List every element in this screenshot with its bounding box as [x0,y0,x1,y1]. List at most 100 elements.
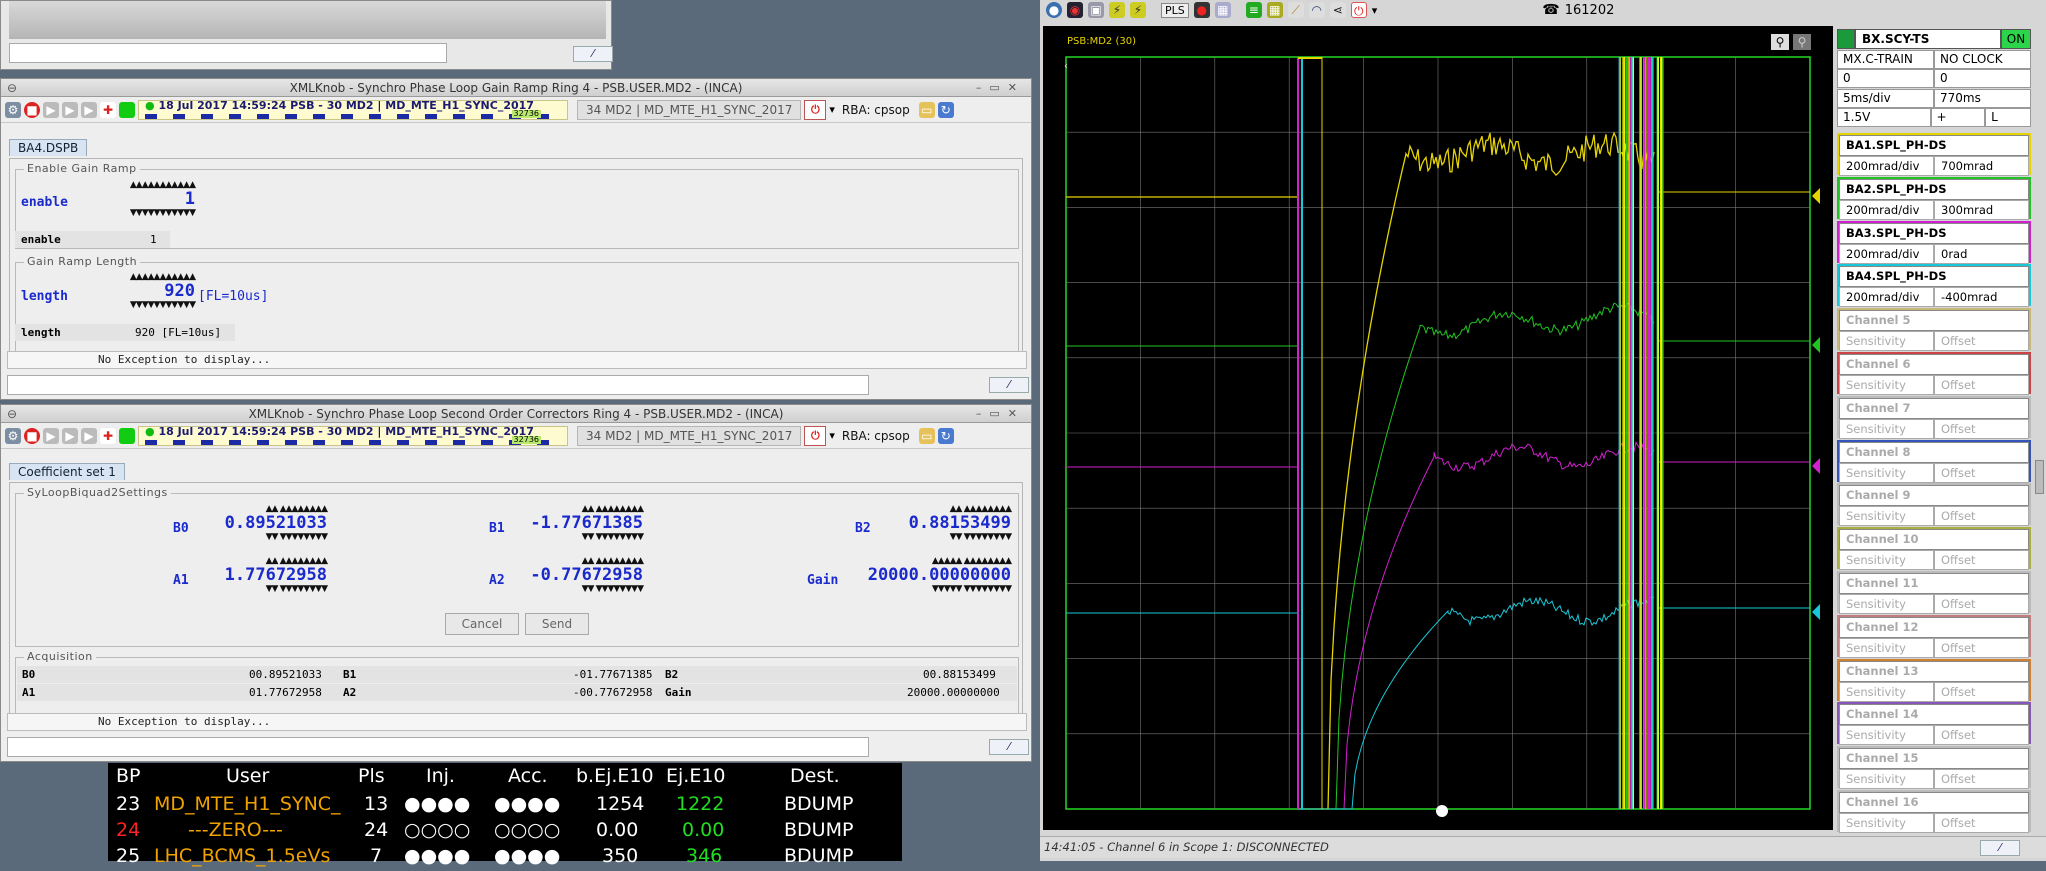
trigger-level[interactable]: 1.5V [1837,108,1931,127]
trigger-source[interactable]: MX.C-TRAIN [1837,50,1934,69]
channel-panel[interactable]: BA1.SPL_PH-DS 200mrad/div 700mrad [1837,133,2031,176]
channel-offset[interactable]: 700mrad [1934,156,2029,176]
apply-button[interactable]: ⁄ [989,739,1029,755]
length-knob[interactable]: ▲▲▲▲▲▲▲▲▲▲▲ 920 ▼▼▼▼▼▼▼▼▼▼▼ [85,273,196,310]
channel-offset[interactable]: -400mrad [1934,287,2029,308]
time-position[interactable]: 770ms [1934,89,2031,108]
unzoom-icon[interactable]: ⚲ [1793,34,1811,50]
decrement-arrows[interactable]: ▼▼▼▼▼ ▼▼▼▼▼▼▼▼ [851,585,1012,594]
power-icon[interactable]: ⏻ [804,99,827,120]
step-icon[interactable]: ▶ [62,427,78,444]
device-status-icon[interactable] [1837,29,1855,49]
channel-sensitivity[interactable]: Sensitivity [1839,462,1934,483]
channel-offset[interactable]: Offset [1934,594,2029,614]
device-name[interactable]: BX.SCY-TS [1855,29,2001,49]
save-icon[interactable]: ▣ [1088,2,1104,18]
dropdown-icon[interactable]: ▾ [829,429,835,442]
channel-panel[interactable]: BA2.SPL_PH-DS 200mrad/div 300mrad [1837,176,2031,220]
channel-panel[interactable]: BA3.SPL_PH-DS 200mrad/div 0rad [1837,220,2031,264]
channel-sensitivity[interactable]: Sensitivity [1839,375,1934,395]
channel-offset[interactable]: 0rad [1934,243,2029,264]
channel-name[interactable]: Channel 5 [1839,310,2029,332]
channel-sensitivity[interactable]: Sensitivity [1839,681,1934,702]
b2-knob[interactable]: ▲▲ ▲▲▲▲▲▲▲▲ 0.88153499 ▼▼ ▼▼▼▼▼▼▼▼ [885,505,1012,542]
settings-icon[interactable]: ⚙ [5,427,21,444]
enable-value[interactable]: 1 [85,190,195,209]
channel-sensitivity[interactable]: Sensitivity [1839,769,1934,790]
dropdown-icon[interactable]: ▾ [829,103,835,116]
a1-knob[interactable]: ▲▲ ▲▲▲▲▲▲▲▲ 1.77672958 ▼▼ ▼▼▼▼▼▼▼▼ [201,557,328,594]
channel-name[interactable]: BA3.SPL_PH-DS [1839,222,2029,244]
channel-name[interactable]: Channel 15 [1839,748,2029,770]
channel-name[interactable]: BA2.SPL_PH-DS [1839,178,2029,200]
command-input[interactable] [7,737,869,757]
timebase-value[interactable]: 5ms/div [1837,89,1934,108]
delay-value[interactable]: 0 [1837,69,1934,88]
trigger-mode[interactable]: L [1985,108,2031,127]
channel-offset[interactable]: Offset [1934,506,2029,527]
channel-sensitivity[interactable]: Sensitivity [1839,331,1934,352]
list-icon[interactable]: ≡ [1245,2,1262,18]
channel-offset[interactable]: Offset [1934,375,2029,395]
add-icon[interactable]: ✚ [100,427,116,444]
channel-name[interactable]: Channel 8 [1839,441,2029,463]
satellite-icon[interactable]: ◉ [1067,2,1083,18]
channel-panel[interactable]: Channel 6 Sensitivity Offset [1837,352,2031,395]
cancel-button[interactable]: Cancel [445,613,519,635]
decrement-arrows[interactable]: ▼▼ ▼▼▼▼▼▼▼▼ [885,533,1012,542]
channel-sensitivity[interactable]: 200mrad/div [1839,156,1934,176]
windows-icon[interactable]: ▦ [1214,2,1231,18]
a2-value[interactable]: -0.77672958 [515,566,643,585]
channel-panel[interactable]: BA4.SPL_PH-DS 200mrad/div -400mrad [1837,264,2031,308]
channel-sensitivity[interactable]: Sensitivity [1839,637,1934,658]
window-menu-icon[interactable]: ⊖ [7,405,17,422]
window-titlebar[interactable]: ⊖ XMLKnob - Synchro Phase Loop Gain Ramp… [1,79,1031,97]
channel-panel[interactable]: Channel 12 Sensitivity Offset [1837,614,2031,658]
channel-panel[interactable]: Channel 14 Sensitivity Offset [1837,702,2031,746]
channel-panel[interactable]: Channel 13 Sensitivity Offset [1837,658,2031,702]
channel-name[interactable]: Channel 10 [1839,529,2029,551]
gain-knob[interactable]: ▲▲▲▲▲ ▲▲▲▲▲▲▲▲ 20000.00000000 ▼▼▼▼▼ ▼▼▼▼… [851,557,1012,594]
refresh-icon[interactable]: ↻ [937,101,954,118]
channel-name[interactable]: Channel 16 [1839,792,2029,813]
decrement-arrows[interactable]: ▼▼ ▼▼▼▼▼▼▼▼ [515,533,644,542]
window-controls[interactable]: –▭✕ [976,79,1025,96]
channel-offset[interactable]: Offset [1934,725,2029,746]
forward-icon[interactable]: ▶ [81,101,97,118]
length-value[interactable]: 920 [85,282,195,301]
signal-icon[interactable]: ◠ [1308,2,1325,18]
channel-panel[interactable]: Channel 11 Sensitivity Offset [1837,571,2031,614]
a1-value[interactable]: 1.77672958 [201,566,327,585]
enable-knob[interactable]: ▲▲▲▲▲▲▲▲▲▲▲ 1 ▼▼▼▼▼▼▼▼▼▼▼ [85,181,196,218]
power-icon[interactable]: ⏻ [804,425,827,446]
step-icon[interactable]: ▶ [62,101,78,118]
channel-sensitivity[interactable]: Sensitivity [1839,725,1934,746]
channel-name[interactable]: Channel 14 [1839,704,2029,726]
channel-sensitivity[interactable]: Sensitivity [1839,418,1934,439]
apply-button[interactable]: ⁄ [989,377,1029,393]
stop-icon[interactable]: ■ [24,101,40,118]
channel-offset[interactable]: Offset [1934,681,2029,702]
channel-offset[interactable]: Offset [1934,637,2029,658]
add-icon[interactable]: ✚ [100,101,116,118]
window-menu-icon[interactable]: ⊖ [7,79,17,96]
clock-status[interactable]: NO CLOCK [1934,50,2031,69]
channel-sensitivity[interactable]: Sensitivity [1839,550,1934,571]
play-icon[interactable]: ▶ [43,427,59,444]
channel-offset[interactable]: Offset [1934,769,2029,790]
probe-icon[interactable]: ⚡ [1109,2,1125,18]
channel-name[interactable]: BA4.SPL_PH-DS [1839,266,2029,288]
play-icon[interactable]: ▶ [43,101,59,118]
folder-icon[interactable]: ▭ [918,427,935,444]
b0-value[interactable]: 0.89521033 [201,514,327,533]
channel-name[interactable]: Channel 13 [1839,660,2029,682]
increment-arrows[interactable]: ▲▲▲▲▲▲▲▲▲▲▲ [85,181,196,190]
user-selector[interactable]: 34 MD2 | MD_MTE_H1_SYNC_2017 [577,99,802,120]
folder-icon[interactable]: ▭ [918,101,935,118]
channel-sensitivity[interactable]: Sensitivity [1839,594,1934,614]
tab-coefficient-set-1[interactable]: Coefficient set 1 [9,463,125,480]
probe2-icon[interactable]: ⚡ [1130,2,1146,18]
channel-panel[interactable]: Channel 16 Sensitivity Offset [1837,790,2031,833]
decrement-arrows[interactable]: ▼▼▼▼▼▼▼▼▼▼▼ [85,301,196,310]
on-button[interactable]: ON [2001,29,2031,49]
